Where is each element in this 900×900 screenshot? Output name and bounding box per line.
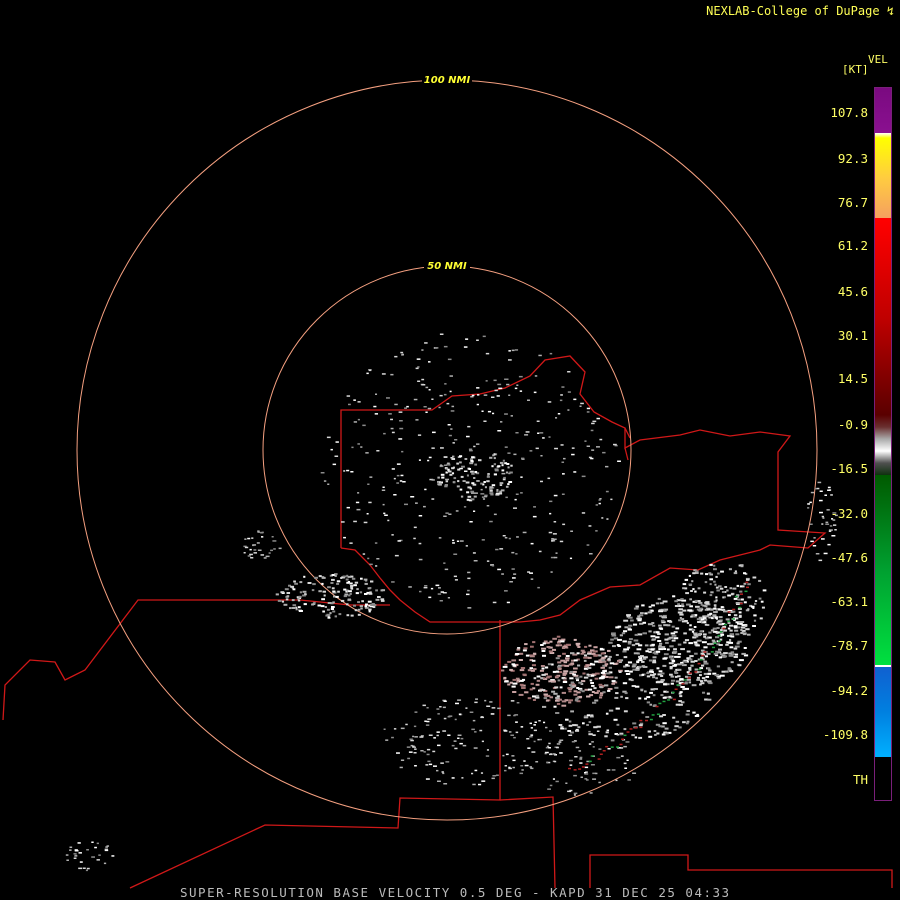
legend-label: -32.0 (830, 506, 868, 521)
legend-label: 92.3 (837, 151, 868, 166)
range-ring-100-label: 100 NMI (424, 75, 471, 86)
legend-label: 107.8 (830, 105, 868, 120)
velocity-echoes (65, 333, 838, 872)
radar-display[interactable]: 100 NMI 50 NMI (0, 0, 900, 900)
legend-label: 30.1 (837, 328, 868, 343)
range-rings: 100 NMI 50 NMI (76, 73, 818, 821)
legend-label: 76.7 (837, 195, 868, 210)
credit-text: NEXLAB-College of DuPage ↯ (706, 4, 894, 18)
legend-label: -63.1 (830, 594, 868, 609)
legend-label: -47.6 (830, 550, 868, 565)
legend-label: TH (852, 772, 868, 787)
legend-label: -0.9 (837, 417, 868, 432)
product-caption: SUPER-RESOLUTION BASE VELOCITY 0.5 DEG -… (180, 885, 731, 900)
legend-label: 14.5 (837, 371, 868, 386)
range-ring-50 (262, 265, 632, 635)
state-boundaries (2, 355, 893, 889)
legend-label: -78.7 (830, 638, 868, 653)
range-ring-50-label: 50 NMI (427, 261, 467, 272)
velocity-color-scale (874, 87, 892, 801)
legend-label: -109.8 (822, 727, 868, 742)
legend-label: 61.2 (837, 238, 868, 253)
legend-product: VEL (868, 53, 888, 66)
legend-label: -16.5 (830, 461, 868, 476)
legend-label: -94.2 (830, 683, 868, 698)
legend-label: 45.6 (837, 284, 868, 299)
legend-unit: [KT] (842, 63, 869, 76)
range-ring-100 (76, 79, 818, 821)
